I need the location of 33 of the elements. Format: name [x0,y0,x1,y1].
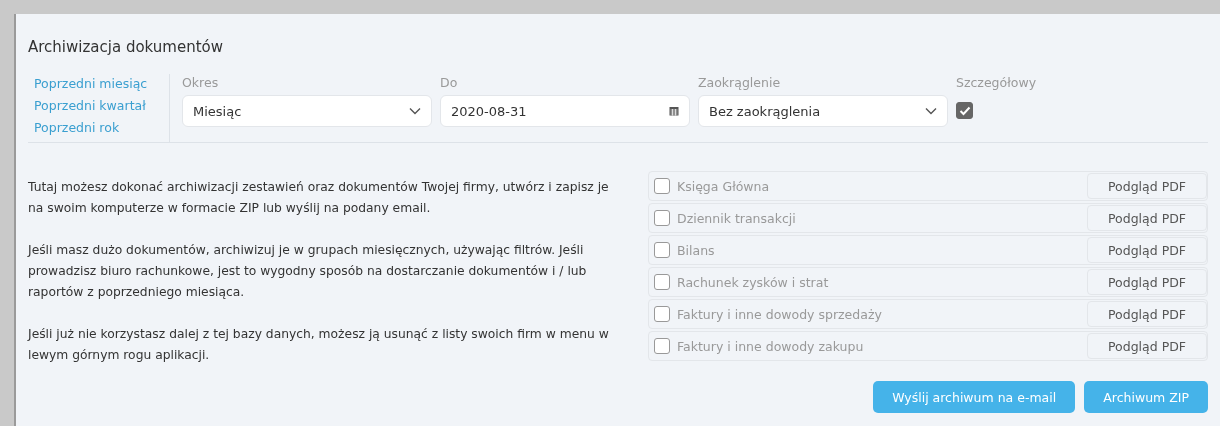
document-name: Dziennik transakcji [677,210,797,226]
checkbox[interactable] [654,274,670,290]
select-field[interactable]: Miesiąc [182,95,432,127]
calendar-icon [669,106,679,116]
checkbox[interactable] [654,178,670,194]
chevron-down-icon [409,107,421,115]
select-field[interactable]: Bez zaokrąglenia [698,95,948,127]
chevron-down-icon [925,107,937,115]
field-label: Do [440,74,459,92]
description-paragraph: Jeśli masz dużo dokumentów, archiwizuj je w grupach miesięcznych, używając filtrów. Jeśli prowadzisz biuro rachunkowe, jest to wygodny sposób na dostarczanie dokumentów i / lub raportów z poprzedniego miesiąca. [28,242,588,301]
pdf-preview-button[interactable]: Podgląd PDF [1087,333,1207,359]
checkbox[interactable] [654,210,670,226]
description-paragraph: Tutaj możesz dokonać archiwizacji zestawień oraz dokumentów Twojej firmy, utwórz i zapisz je na swoim komputerze w formacie ZIP lub wyślij na podany email. [28,179,610,217]
panel-title: Archiwizacja dokumentów [28,38,224,56]
checkbox[interactable] [654,242,670,258]
document-name: Faktury i inne dowody zakupu [677,338,865,354]
field-label: Zaokrąglenie [698,74,782,92]
checkbox[interactable] [654,338,670,354]
checkbox[interactable] [654,306,670,322]
field-label: Szczegółowy [956,74,1038,92]
document-name: Faktury i inne dowody sprzedaży [677,306,883,322]
pdf-preview-button[interactable]: Podgląd PDF [1087,205,1207,231]
pdf-preview-button[interactable]: Podgląd PDF [1087,301,1207,327]
document-name: Rachunek zysków i strat [677,274,830,290]
field-label: Okres [182,74,220,92]
pdf-preview-button[interactable]: Podgląd PDF [1087,173,1207,199]
checkbox[interactable] [956,102,973,119]
document-name: Księga Główna [677,178,771,194]
document-name: Bilans [677,242,716,258]
pdf-preview-button[interactable]: Podgląd PDF [1087,237,1207,263]
date-field[interactable]: 2020-08-31 [440,95,690,127]
pdf-preview-button[interactable]: Podgląd PDF [1087,269,1207,295]
description-paragraph: Jeśli już nie korzystasz dalej z tej bazy danych, możesz ją usunąć z listy swoich firm w menu w lewym górnym rogu aplikacji. [28,326,610,364]
